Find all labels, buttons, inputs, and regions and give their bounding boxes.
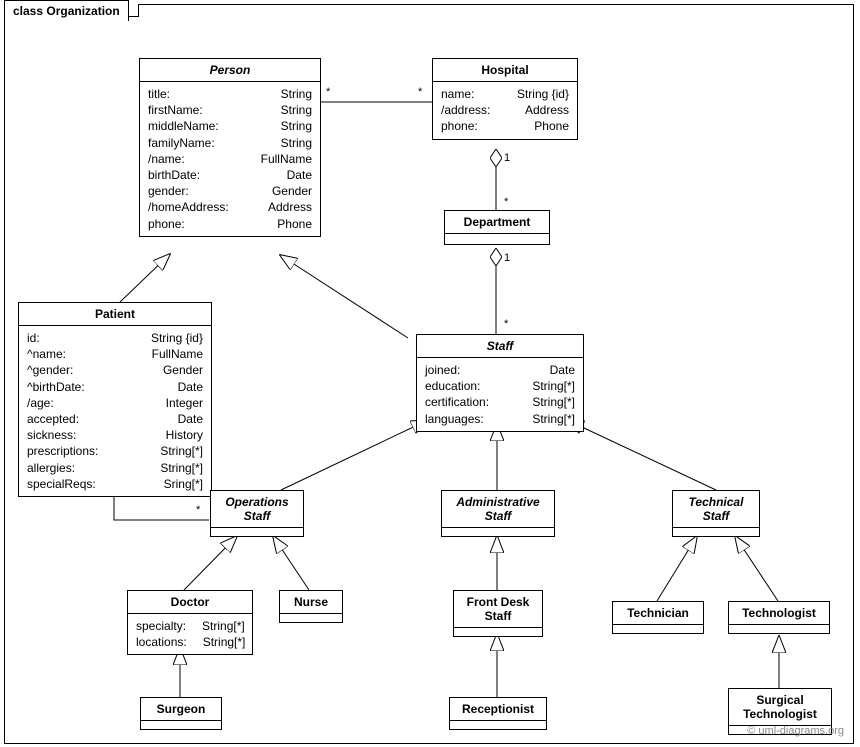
class-name: Technician [613, 602, 703, 624]
class-doctor: Doctor specialty:String[*] locations:Str… [127, 590, 253, 655]
diagram-title: class Organization [4, 0, 129, 21]
mult: * [196, 504, 200, 516]
class-attrs: name:String {id} /address:Address phone:… [433, 82, 577, 139]
class-name: Surgical Technologist [729, 689, 831, 725]
class-name: Hospital [433, 59, 577, 82]
class-staff: Staff joined:Date education:String[*] ce… [416, 334, 584, 432]
mult: * [504, 196, 508, 208]
class-technologist: Technologist [728, 601, 830, 634]
class-front-desk-staff: Front Desk Staff [453, 590, 543, 637]
class-name: Person [140, 59, 320, 82]
class-surgeon: Surgeon [140, 697, 222, 730]
class-operations-staff: Operations Staff [210, 490, 304, 537]
mult: * [326, 86, 330, 98]
class-name: Nurse [280, 591, 342, 613]
copyright: © uml-diagrams.org [747, 725, 844, 737]
mult: 1 [504, 152, 510, 164]
mult: * [418, 86, 422, 98]
class-name: Receptionist [450, 698, 546, 720]
class-name: Front Desk Staff [454, 591, 542, 627]
class-name: Technical Staff [673, 491, 759, 527]
class-administrative-staff: Administrative Staff [441, 490, 555, 537]
class-name: Doctor [128, 591, 252, 614]
class-technician: Technician [612, 601, 704, 634]
class-attrs: joined:Date education:String[*] certific… [417, 358, 583, 431]
class-patient: Patient id:String {id} ^name:FullName ^g… [18, 302, 212, 497]
class-attrs: title:String firstName:String middleName… [140, 82, 320, 236]
mult: 1 [504, 252, 510, 264]
class-receptionist: Receptionist [449, 697, 547, 730]
class-name: Administrative Staff [442, 491, 554, 527]
class-name: Surgeon [141, 698, 221, 720]
class-name: Technologist [729, 602, 829, 624]
mult: * [504, 318, 508, 330]
class-attrs: id:String {id} ^name:FullName ^gender:Ge… [19, 326, 211, 496]
class-department: Department [444, 210, 550, 245]
class-attrs: specialty:String[*] locations:String[*] [128, 614, 252, 654]
class-name: Operations Staff [211, 491, 303, 527]
class-name: Department [445, 211, 549, 233]
class-nurse: Nurse [279, 590, 343, 623]
class-name: Patient [19, 303, 211, 326]
class-technical-staff: Technical Staff [672, 490, 760, 537]
class-person: Person title:String firstName:String mid… [139, 58, 321, 237]
class-name: Staff [417, 335, 583, 358]
class-hospital: Hospital name:String {id} /address:Addre… [432, 58, 578, 140]
